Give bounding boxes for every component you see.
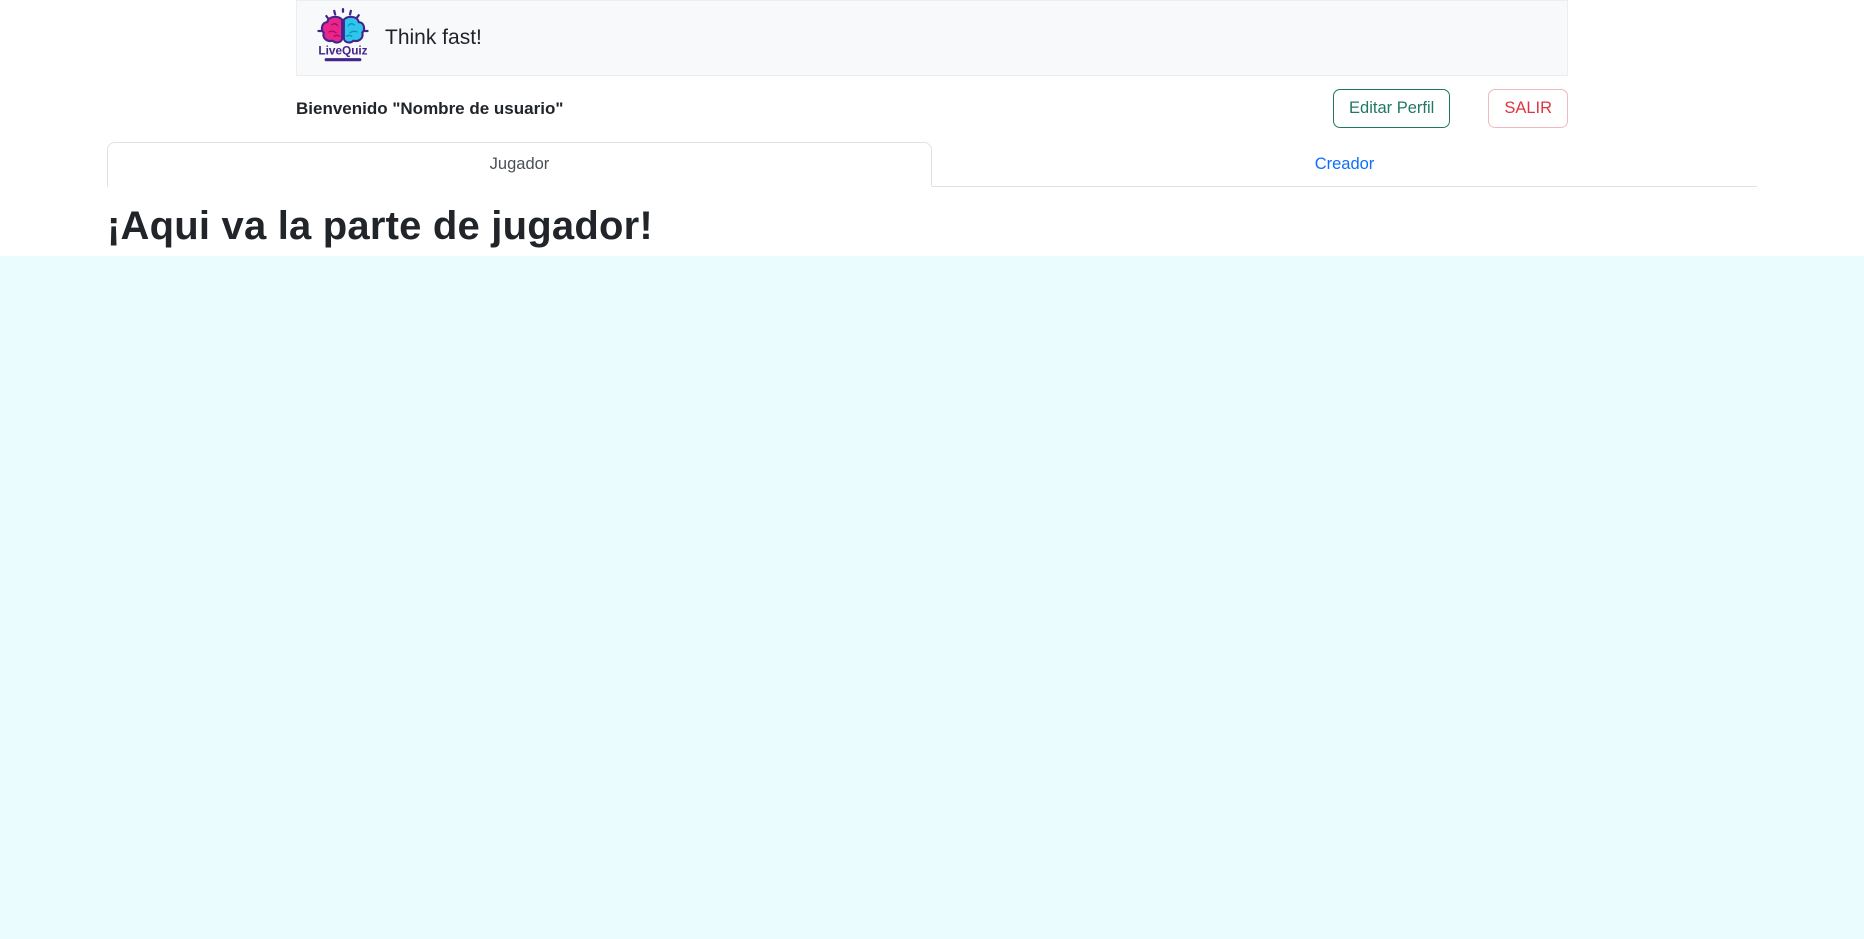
page-heading: ¡Aqui va la parte de jugador!	[107, 204, 1757, 249]
livequiz-logo-text: LiveQuiz	[318, 44, 367, 58]
player-content-area	[0, 256, 1864, 939]
welcome-row: Bienvenido "Nombre de usuario" Editar Pe…	[296, 89, 1568, 128]
tab-creador[interactable]: Creador	[932, 142, 1757, 187]
top-container: LiveQuiz Think fast! Bienvenido "Nombre …	[296, 0, 1568, 128]
navbar: LiveQuiz Think fast!	[296, 0, 1568, 76]
edit-profile-button[interactable]: Editar Perfil	[1333, 89, 1450, 128]
content-container: Jugador Creador ¡Aqui va la parte de jug…	[107, 128, 1757, 256]
livequiz-logo-icon: LiveQuiz	[315, 7, 371, 69]
brand-tagline: Think fast!	[385, 26, 482, 50]
page: LiveQuiz Think fast! Bienvenido "Nombre …	[0, 0, 1864, 939]
tab-jugador[interactable]: Jugador	[107, 142, 932, 187]
logout-button[interactable]: SALIR	[1488, 89, 1568, 128]
welcome-text: Bienvenido "Nombre de usuario"	[296, 99, 563, 119]
header-actions: Editar Perfil SALIR	[1333, 89, 1568, 128]
tab-bar: Jugador Creador	[107, 142, 1757, 187]
